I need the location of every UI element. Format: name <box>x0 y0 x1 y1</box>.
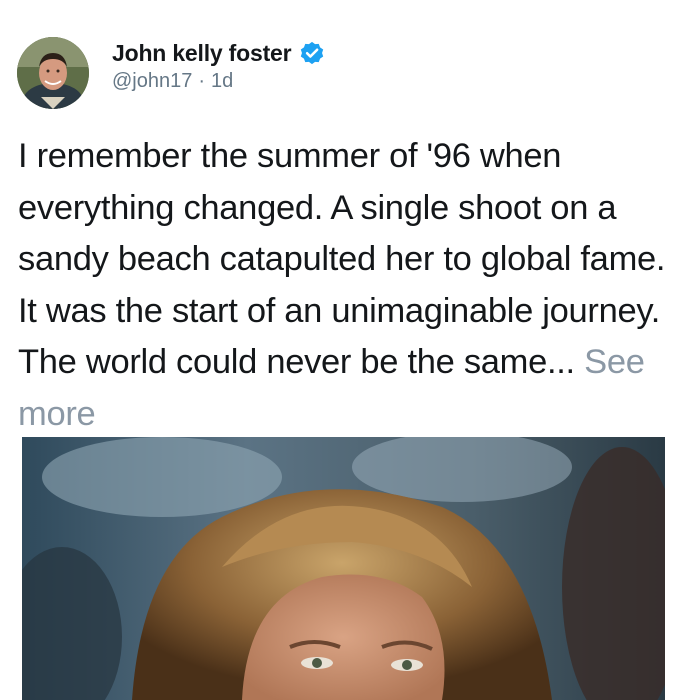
avatar-image <box>17 37 89 109</box>
tweet-card[interactable]: John kelly foster @john17 · 1d I remembe… <box>0 0 700 700</box>
avatar[interactable] <box>17 37 89 109</box>
tweet-media-image[interactable] <box>22 437 665 700</box>
verified-badge-icon <box>298 39 326 67</box>
tweet-meta: @john17 · 1d <box>112 70 233 93</box>
tweet-text: I remember the summer of '96 when everyt… <box>18 131 688 440</box>
display-name[interactable]: John kelly foster <box>112 40 292 67</box>
tweet-body: I remember the summer of '96 when everyt… <box>18 137 666 381</box>
timestamp[interactable]: 1d <box>211 70 233 93</box>
author-name-row: John kelly foster <box>112 38 326 68</box>
handle[interactable]: @john17 <box>112 70 192 93</box>
meta-separator: · <box>198 70 206 92</box>
media-photo <box>22 437 665 700</box>
